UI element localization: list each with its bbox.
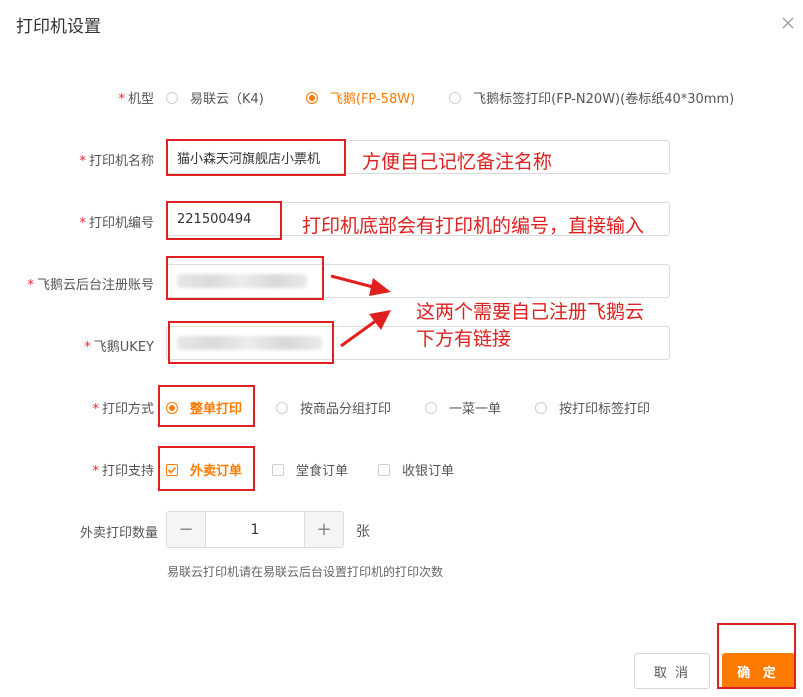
printer-number-label: * 打印机编号 [79,216,154,231]
takeout-count-stepper: − 1 + [166,511,344,548]
required-mark: * [118,92,125,107]
radio-icon[interactable] [535,401,548,414]
print-mode-label: * 打印方式 [92,402,154,417]
annotation-box-ukey [168,321,334,364]
takeout-count-hint: 易联云打印机请在易联云后台设置打印机的打印次数 [167,565,444,579]
close-icon[interactable] [778,13,798,33]
checkbox-icon[interactable] [378,463,391,476]
model-label: * 机型 [118,92,154,107]
takeout-count-label: 外卖打印数量 [79,526,158,541]
annotation-box-name [166,139,346,176]
print-support-label: * 打印支持 [92,464,154,479]
radio-icon[interactable] [449,91,462,104]
feie-account-label: * 飞鹅云后台注册账号 [27,278,154,293]
model-option-feie-58w[interactable]: 飞鹅(FP-58W) [305,88,415,107]
dialog-title: 打印机设置 [16,17,101,37]
takeout-count-value[interactable]: 1 [205,512,305,547]
checkbox-icon[interactable] [272,463,285,476]
radio-icon[interactable] [166,91,178,104]
print-mode-option-label[interactable]: 按打印标签打印 [535,398,650,417]
required-mark: * [92,402,99,417]
radio-icon[interactable] [425,401,438,414]
cancel-button[interactable]: 取 消 [634,653,710,689]
support-option-cashier[interactable]: 收银订单 [378,460,454,479]
annotation-number-note: 打印机底部会有打印机的编号，直接输入 [302,215,645,237]
annotation-box-confirm [717,623,796,689]
increment-button[interactable]: + [305,512,343,547]
annotation-arrows-icon [330,274,391,348]
annotation-register-note: 这两个需要自己注册飞鹅云 下方有链接 [416,301,645,350]
model-radio-group: 易联云（K4) 飞鹅(FP-58W) 飞鹅标签打印(FP-N20W)(卷标纸40… [166,88,734,107]
required-mark: * [27,278,34,293]
decrement-button[interactable]: − [167,512,205,547]
print-mode-option-group[interactable]: 按商品分组打印 [276,398,391,417]
annotation-box-number [166,201,282,240]
annotation-name-note: 方便自己记忆备注名称 [362,151,553,173]
feie-ukey-label: * 飞鹅UKEY [84,340,154,355]
annotation-box-print-mode [158,385,255,427]
printer-name-label: * 打印机名称 [79,154,154,169]
annotation-box-account [166,256,324,300]
support-option-dine-in[interactable]: 堂食订单 [272,460,348,479]
annotation-box-print-support [158,446,255,491]
model-option-feie-label[interactable]: 飞鹅标签打印(FP-N20W)(卷标纸40*30mm) [449,88,734,107]
radio-selected-icon[interactable] [305,91,318,104]
required-mark: * [92,464,99,479]
takeout-count-unit: 张 [356,524,370,540]
print-mode-option-one-dish[interactable]: 一菜一单 [425,398,501,417]
required-mark: * [84,340,91,355]
model-option-yilianyun[interactable]: 易联云（K4) [166,88,264,107]
required-mark: * [79,216,86,231]
radio-icon[interactable] [276,401,289,414]
required-mark: * [79,154,86,169]
